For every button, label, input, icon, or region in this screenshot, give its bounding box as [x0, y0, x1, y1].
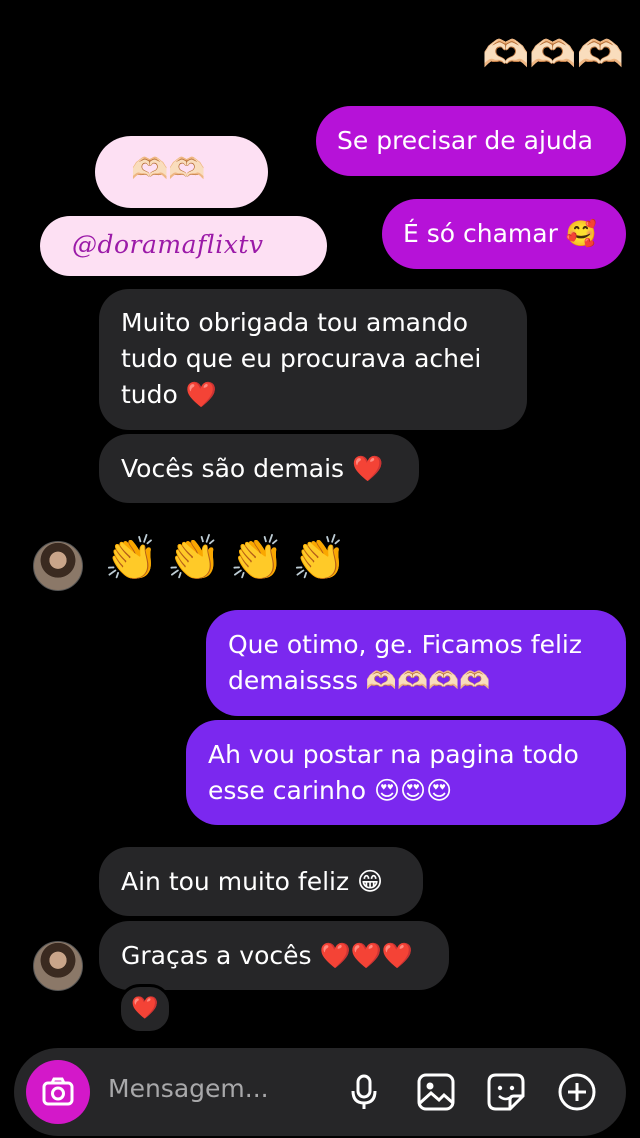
message-sent-call-anytime[interactable]: É só chamar 🥰 — [382, 199, 626, 269]
message-sent-will-post[interactable]: Ah vou postar na pagina todo esse carinh… — [186, 720, 626, 825]
avatar[interactable] — [33, 541, 83, 591]
sticker-icon[interactable] — [486, 1072, 526, 1112]
message-line: Ah vou postar na pagina todo — [208, 740, 579, 769]
message-input[interactable]: Mensagem... — [108, 1074, 269, 1103]
message-received-you-are-great[interactable]: Vocês são demais ❤️ — [99, 434, 419, 503]
plus-icon[interactable] — [557, 1072, 597, 1112]
avatar[interactable] — [33, 941, 83, 991]
camera-button[interactable] — [26, 1060, 90, 1124]
message-sent-help[interactable]: Se precisar de ajuda — [316, 106, 626, 176]
camera-icon — [42, 1077, 74, 1106]
message-line: Muito obrigada tou amando — [121, 308, 469, 337]
message-received-very-happy[interactable]: Ain tou muito feliz 😁 — [99, 847, 423, 916]
message-line: demaissss 🫶🏻🫶🏻🫶🏻🫶🏻 — [228, 666, 491, 695]
message-line: tudo que eu procurava achei — [121, 344, 482, 373]
message-received-thanks[interactable]: Muito obrigada tou amando tudo que eu pr… — [99, 289, 527, 430]
heart-reaction[interactable]: ❤️ — [118, 984, 172, 1034]
message-composer: Mensagem... — [14, 1048, 626, 1136]
message-line: esse carinho 😍😍😍 — [208, 776, 453, 805]
message-sent-glad[interactable]: Que otimo, ge. Ficamos feliz demaissss 🫶… — [206, 610, 626, 716]
message-received-clapping-emojis[interactable]: 👏👏👏👏 — [104, 537, 355, 581]
microphone-icon[interactable] — [344, 1072, 384, 1112]
image-icon[interactable] — [416, 1072, 456, 1112]
top-heart-hands-emojis: 🫶🏻🫶🏻🫶🏻 — [482, 32, 624, 76]
message-line: Que otimo, ge. Ficamos feliz — [228, 630, 582, 659]
message-received-handle[interactable]: @doramaflixtv — [40, 216, 327, 276]
message-received-thanks-to-you[interactable]: Graças a vocês ❤️❤️❤️ — [99, 921, 449, 990]
message-received-heart-hands[interactable]: 🫶🏻🫶🏻 — [95, 136, 268, 208]
message-line: tudo ❤️ — [121, 380, 217, 409]
